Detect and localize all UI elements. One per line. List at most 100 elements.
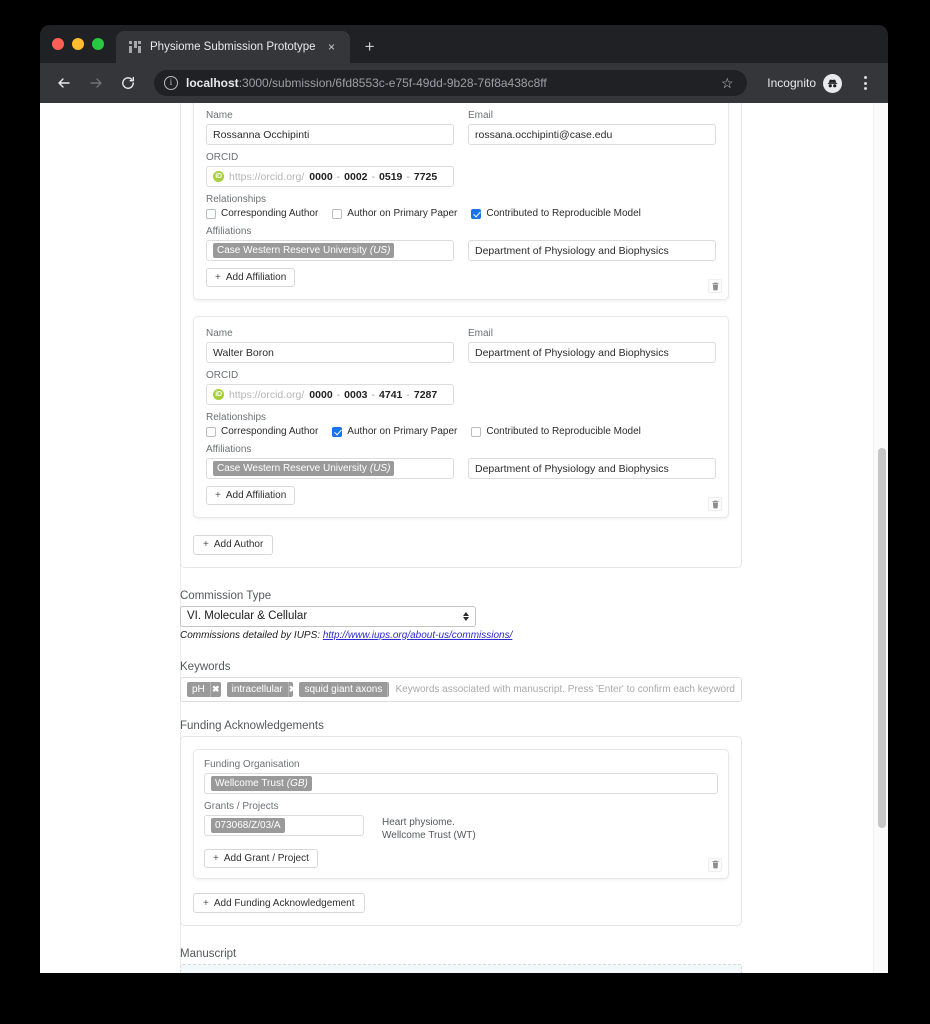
author-name-input[interactable]: Rossanna Occhipinti bbox=[206, 124, 454, 145]
grants-label: Grants / Projects bbox=[204, 800, 279, 812]
author-name-label: Name bbox=[206, 328, 233, 339]
author-card: Name Rossanna Occhipinti Email rossana.o… bbox=[193, 103, 729, 300]
relationship-contributed-reproducible-model[interactable]: Contributed to Reproducible Model bbox=[471, 208, 641, 219]
grant-token[interactable]: 073068/Z/03/A bbox=[211, 817, 285, 833]
grant-input[interactable]: 073068/Z/03/A bbox=[204, 814, 364, 836]
keyword-tag[interactable]: pH ✖ bbox=[187, 681, 221, 697]
close-tab-icon[interactable]: × bbox=[324, 39, 340, 55]
grant-note-line1: Heart physiome. bbox=[382, 816, 455, 828]
add-author-label: Add Author bbox=[213, 539, 264, 550]
funding-panel: Funding Organisation Wellcome Trust (GB) … bbox=[180, 735, 742, 926]
affiliation-token[interactable]: Case Western Reserve University (US) bbox=[213, 243, 395, 258]
remove-keyword-icon[interactable]: ✖ bbox=[387, 681, 389, 697]
author-email-input[interactable]: Department of Physiology and Biophysics bbox=[468, 342, 716, 363]
relationship-corresponding-author[interactable]: Corresponding Author bbox=[206, 208, 318, 219]
checkbox-icon[interactable] bbox=[206, 208, 216, 219]
add-funding-acknowledgement-button[interactable]: + Add Funding Acknowledgement bbox=[193, 893, 365, 913]
commission-type-select[interactable]: VI. Molecular & Cellular bbox=[180, 605, 476, 627]
add-grant-label: Add Grant / Project bbox=[223, 852, 309, 864]
affiliations-label: Affiliations bbox=[206, 226, 252, 237]
new-tab-button[interactable]: + bbox=[356, 33, 384, 61]
checkbox-icon[interactable] bbox=[332, 208, 343, 219]
funding-org-input[interactable]: Wellcome Trust (GB) bbox=[204, 772, 718, 794]
orcid-segment-4: 7287 bbox=[413, 388, 438, 401]
browser-tab[interactable]: Physiome Submission Prototype × bbox=[116, 31, 350, 63]
commission-type-section: Commission Type VI. Molecular & Cellular… bbox=[180, 590, 742, 641]
url-host: localhost bbox=[186, 76, 239, 90]
add-affiliation-button[interactable]: + Add Affiliation bbox=[206, 486, 296, 505]
keyword-tag[interactable]: squid giant axons ✖ bbox=[299, 681, 390, 697]
affiliation-org-input[interactable]: Case Western Reserve University (US) bbox=[206, 240, 454, 261]
funding-section: Funding Acknowledgements Funding Organis… bbox=[180, 719, 742, 926]
orcid-segment-1: 0000 bbox=[309, 170, 333, 183]
affiliation-dept-input[interactable]: Department of Physiology and Biophysics bbox=[468, 458, 716, 479]
author-orcid-input[interactable]: iD https://orcid.org/ 0000 - 0002 - 0519… bbox=[206, 166, 454, 187]
address-bar[interactable]: i localhost:3000/submission/6fd8553c-e75… bbox=[154, 70, 748, 96]
checkbox-icon[interactable] bbox=[471, 426, 482, 437]
relationships-group: Corresponding Author Author on Primary P… bbox=[206, 426, 716, 437]
browser-toolbar: i localhost:3000/submission/6fd8553c-e75… bbox=[40, 63, 888, 103]
form-content: Name Rossanna Occhipinti Email rossana.o… bbox=[180, 103, 880, 973]
browser-window: Physiome Submission Prototype × + i loca… bbox=[40, 25, 888, 973]
keywords-input[interactable]: pH ✖ intracellular ✖ squid giant axons ✖ bbox=[180, 676, 742, 702]
relationship-corresponding-author[interactable]: Corresponding Author bbox=[206, 426, 318, 437]
author-email-label: Email bbox=[468, 328, 494, 339]
submission-page: Name Rossanna Occhipinti Email rossana.o… bbox=[40, 103, 888, 973]
relationships-group: Corresponding Author Author on Primary P… bbox=[206, 208, 716, 219]
delete-author-button[interactable] bbox=[708, 497, 722, 511]
tab-strip: Physiome Submission Prototype × + bbox=[40, 25, 888, 63]
orcid-id-icon: iD bbox=[213, 171, 224, 182]
checkbox-checked-icon[interactable] bbox=[332, 426, 343, 437]
incognito-label: Incognito bbox=[767, 76, 816, 90]
orcid-prefix: https://orcid.org/ bbox=[229, 388, 305, 401]
orcid-segment-2: 0003 bbox=[344, 388, 368, 401]
add-affiliation-label: Add Affiliation bbox=[225, 272, 287, 283]
checkbox-checked-icon[interactable] bbox=[471, 208, 482, 219]
minimize-window-button[interactable] bbox=[72, 38, 84, 50]
delete-author-button[interactable] bbox=[708, 279, 722, 293]
author-card: Name Walter Boron Email Department of Ph… bbox=[193, 316, 729, 518]
funding-org-token[interactable]: Wellcome Trust (GB) bbox=[211, 775, 312, 791]
add-affiliation-label: Add Affiliation bbox=[225, 490, 287, 501]
affiliation-org-input[interactable]: Case Western Reserve University (US) bbox=[206, 458, 454, 479]
maximize-window-button[interactable] bbox=[92, 38, 104, 50]
scrollbar-thumb[interactable] bbox=[877, 448, 886, 828]
keywords-label: Keywords bbox=[180, 660, 231, 673]
manuscript-label: Manuscript bbox=[180, 948, 237, 960]
add-grant-button[interactable]: + Add Grant / Project bbox=[204, 848, 318, 868]
keyword-tag[interactable]: intracellular ✖ bbox=[226, 681, 294, 697]
forward-button-icon[interactable] bbox=[82, 69, 110, 97]
affiliation-token[interactable]: Case Western Reserve University (US) bbox=[213, 461, 395, 476]
reload-button-icon[interactable] bbox=[114, 69, 142, 97]
page-scrollbar[interactable] bbox=[873, 103, 888, 973]
add-affiliation-button[interactable]: + Add Affiliation bbox=[206, 268, 296, 287]
affiliation-dept-input[interactable]: Department of Physiology and Biophysics bbox=[468, 240, 716, 261]
delete-funding-button[interactable] bbox=[708, 857, 722, 872]
relationship-author-on-primary-paper[interactable]: Author on Primary Paper bbox=[332, 208, 457, 219]
browser-menu-icon[interactable] bbox=[852, 70, 878, 96]
grant-note: Heart physiome. Wellcome Trust (WT) bbox=[382, 815, 476, 842]
iups-commissions-link[interactable]: http://www.iups.org/about-us/commissions… bbox=[323, 630, 513, 641]
author-name-label: Name bbox=[206, 110, 233, 121]
manuscript-dropzone[interactable]: drop files here or choose file bbox=[180, 964, 742, 973]
back-button-icon[interactable] bbox=[50, 69, 78, 97]
site-info-icon[interactable]: i bbox=[164, 76, 178, 90]
relationship-author-on-primary-paper[interactable]: Author on Primary Paper bbox=[332, 426, 457, 437]
relationships-label: Relationships bbox=[206, 194, 267, 205]
incognito-indicator[interactable]: Incognito bbox=[757, 73, 848, 93]
funding-label: Funding Acknowledgements bbox=[180, 719, 324, 732]
remove-keyword-icon[interactable]: ✖ bbox=[209, 681, 221, 697]
page-viewport: Name Rossanna Occhipinti Email rossana.o… bbox=[40, 103, 888, 973]
author-email-label: Email bbox=[468, 110, 494, 121]
remove-keyword-icon[interactable]: ✖ bbox=[287, 681, 293, 697]
author-orcid-input[interactable]: iD https://orcid.org/ 0000 - 0003 - 4741… bbox=[206, 384, 454, 405]
keywords-placeholder: Keywords associated with manuscript. Pre… bbox=[395, 683, 735, 695]
bookmark-star-icon[interactable]: ☆ bbox=[715, 71, 739, 95]
add-author-button[interactable]: + Add Author bbox=[193, 534, 274, 555]
chevron-updown-icon bbox=[463, 611, 469, 621]
close-window-button[interactable] bbox=[52, 38, 64, 50]
author-email-input[interactable]: rossana.occhipinti@case.edu bbox=[468, 124, 716, 145]
author-name-input[interactable]: Walter Boron bbox=[206, 342, 454, 363]
checkbox-icon[interactable] bbox=[206, 426, 216, 437]
relationship-contributed-reproducible-model[interactable]: Contributed to Reproducible Model bbox=[471, 426, 641, 437]
